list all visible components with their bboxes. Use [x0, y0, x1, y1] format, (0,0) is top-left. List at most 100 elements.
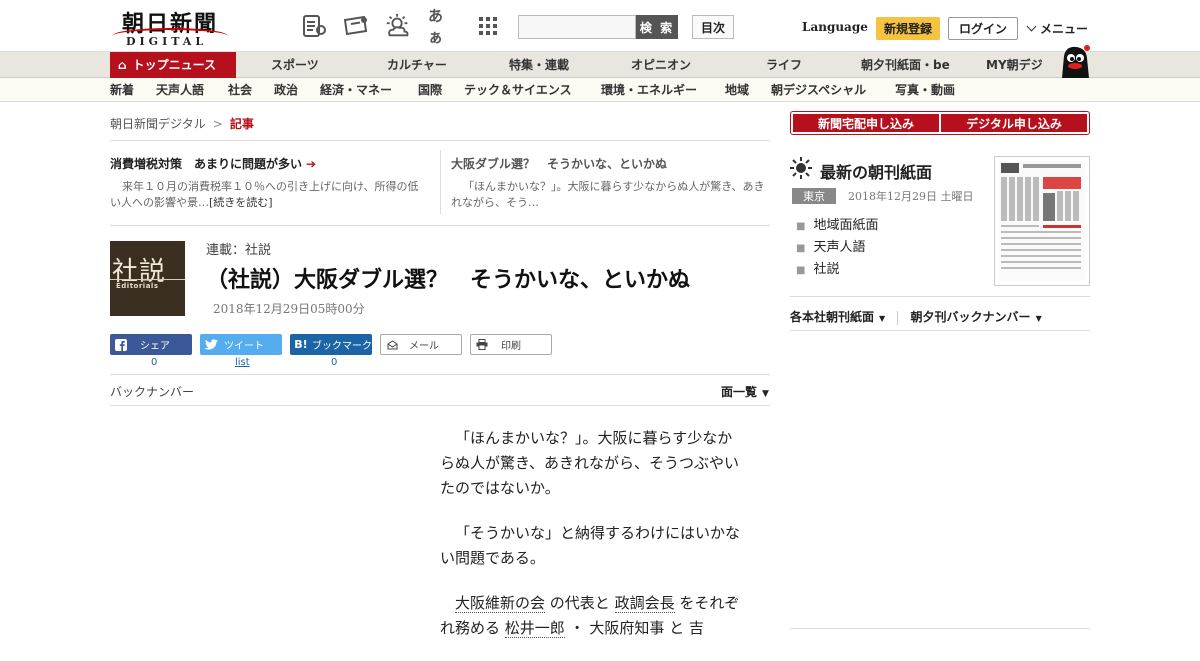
paper-list-item[interactable]: ■ 社説 [796, 258, 839, 277]
nav2-new[interactable]: 新着 [110, 78, 134, 102]
index-button[interactable]: 目次 [692, 15, 734, 39]
related-item[interactable]: 消費増税対策 あまりに問題が多い ➔ 来年１０月の消費税率１０％への引き上げに向け… [110, 155, 428, 211]
paper-item-label: 社説 [813, 262, 840, 277]
triangle-down-icon: ▼ [879, 314, 886, 323]
nav2-special[interactable]: 朝デジスペシャル [771, 78, 866, 102]
related-title[interactable]: 消費増税対策 あまりに問題が多い [110, 157, 302, 171]
newspaper-subscribe-button[interactable]: 新聞宅配申し込み [793, 114, 939, 132]
related-title[interactable]: 大阪ダブル選？ そうかいな、といかぬ [451, 155, 769, 172]
breadcrumb-sep: > [212, 117, 223, 131]
hatena-label: ブックマーク [312, 341, 372, 352]
backnumber-link[interactable]: バックナンバー [110, 383, 194, 400]
breadcrumb-current: 記事 [229, 117, 254, 131]
nav-culture[interactable]: カルチャー [387, 52, 447, 78]
search-button[interactable]: 検 索 [636, 15, 678, 39]
facebook-count: 0 [151, 357, 158, 368]
related-item[interactable]: 大阪ダブル選？ そうかいな、といかぬ 「ほんまかいな？」。大阪に暮らす少なからぬ… [451, 155, 769, 211]
body-paragraph: 大阪維新の会 の代表と 政調会長 をそれぞれ務める 松井一郎 ・ 大阪府知事 と… [440, 591, 746, 641]
nav2-region[interactable]: 地域 [725, 78, 749, 102]
newspaper-list-icon[interactable] [300, 12, 328, 40]
article-date: 2018年12月29日05時00分 [213, 302, 365, 316]
twitter-count-link[interactable]: list [235, 357, 250, 368]
menu-label: メニュー [1040, 22, 1089, 36]
nav-paper-be[interactable]: 朝夕刊紙面・be [861, 52, 950, 78]
menu-button[interactable]: メニュー [1026, 20, 1089, 37]
breadcrumb-home[interactable]: 朝日新聞デジタル [110, 117, 206, 131]
site-header: 朝日新聞 DIGITAL あぁ 検 索 目次 Language 新規登録 ログイ… [0, 0, 1200, 52]
keyword-link[interactable]: 政調会長 [614, 594, 675, 613]
region-badge: 東京 [792, 188, 836, 204]
language-link[interactable]: Language [802, 20, 868, 34]
paper-item-label: 天声人語 [813, 240, 866, 255]
nav2-photo-video[interactable]: 写真・動画 [895, 78, 955, 102]
digital-subscribe-button[interactable]: デジタル申し込み [941, 114, 1087, 132]
paper-links: 各本社朝刊紙面 ▼ 朝夕刊バックナンバー ▼ [790, 308, 1042, 325]
paper-item-label: 地域面紙面 [813, 218, 879, 233]
article-body: 「ほんまかいな？」。大阪に暮らす少なからぬ人が驚き、あきれながら、そうつぶやいた… [440, 426, 746, 661]
site-logo[interactable]: 朝日新聞 DIGITAL [112, 6, 232, 48]
nav-top-news[interactable]: ⌂ トップニュース [110, 52, 236, 78]
primary-nav: ⌂ トップニュース スポーツ カルチャー 特集・連載 オピニオン ライフ 朝夕刊紙… [0, 52, 1200, 78]
divider [790, 330, 1090, 331]
regional-paper-label: 各本社朝刊紙面 [790, 310, 875, 324]
hatena-icon: B! [294, 338, 308, 351]
nav2-economy[interactable]: 経済・マネー [320, 78, 392, 102]
hatena-count: 0 [331, 357, 338, 368]
divider [110, 405, 770, 406]
register-button[interactable]: 新規登録 [876, 17, 940, 40]
nav2-society[interactable]: 社会 [228, 78, 252, 102]
logo-en: DIGITAL [126, 35, 208, 48]
nav-life[interactable]: ライフ [766, 52, 802, 78]
regional-paper-link[interactable]: 各本社朝刊紙面 ▼ [790, 310, 885, 324]
print-button[interactable]: 印刷 [470, 334, 552, 355]
body-paragraph: 「ほんまかいな？」。大阪に暮らす少なからぬ人が驚き、あきれながら、そうつぶやいた… [440, 429, 739, 497]
twitter-icon [200, 338, 222, 351]
weather-icon[interactable] [384, 12, 412, 40]
facebook-share-button[interactable]: シェア [110, 334, 192, 355]
nav2-tensei[interactable]: 天声人語 [156, 78, 204, 102]
nav2-politics[interactable]: 政治 [274, 78, 298, 102]
font-size-icon[interactable]: あぁ [428, 7, 456, 46]
paper-list-item[interactable]: ■ 天声人語 [796, 236, 865, 255]
series-label[interactable]: 連載：社説 [206, 239, 271, 258]
latest-paper-title[interactable]: 最新の朝刊紙面 [820, 159, 932, 183]
facebook-share-label: シェア [140, 341, 170, 352]
nav2-environment[interactable]: 環境・エネルギー [601, 78, 697, 102]
nav-my-asadigi[interactable]: MY朝デジ [986, 52, 1043, 78]
paper-backnumber-label: 朝夕刊バックナンバー [910, 310, 1031, 324]
keyword-link[interactable]: 大阪維新の会 [455, 594, 546, 613]
mail-button[interactable]: メール [380, 334, 462, 355]
keyword-link[interactable]: 松井一郎 [504, 619, 565, 638]
login-button[interactable]: ログイン [948, 17, 1018, 40]
sun-icon [790, 157, 812, 179]
twitter-share-button[interactable]: ツイート [200, 334, 282, 355]
mascot-icon[interactable] [1056, 44, 1092, 78]
nav-sports[interactable]: スポーツ [271, 52, 319, 78]
mail-label: メール [409, 341, 439, 352]
page-list-label: 面一覧 [721, 385, 758, 399]
paper-backnumber-link[interactable]: 朝夕刊バックナンバー ▼ [911, 310, 1042, 324]
nav2-international[interactable]: 国際 [418, 78, 442, 102]
nav-opinion[interactable]: オピニオン [631, 52, 691, 78]
divider [440, 150, 441, 214]
nav-top-news-label: トップニュース [132, 58, 216, 72]
printer-icon [471, 339, 493, 350]
nav2-tech-science[interactable]: テック＆サイエンス [464, 78, 572, 102]
triangle-down-icon: ▼ [1035, 314, 1042, 323]
page-list-toggle[interactable]: 面一覧 ▼ [721, 383, 769, 400]
bullet-icon: ■ [796, 265, 806, 276]
paper-list-item[interactable]: ■ 地域面紙面 [796, 214, 878, 233]
divider [110, 140, 770, 141]
read-more-link[interactable]: [続きを読む] [209, 196, 273, 209]
editorial-thumbnail: 社説 Editorials [110, 241, 185, 316]
ticket-icon[interactable] [342, 12, 370, 40]
hatena-bookmark-button[interactable]: B! ブックマーク [290, 334, 372, 355]
apps-grid-icon[interactable] [474, 12, 502, 40]
search-input[interactable] [518, 15, 636, 39]
nav-features[interactable]: 特集・連載 [509, 52, 569, 78]
bullet-icon: ■ [796, 243, 806, 254]
divider [897, 310, 899, 325]
newspaper-thumbnail[interactable] [994, 156, 1090, 286]
secondary-nav: 新着 天声人語 社会 政治 経済・マネー 国際 テック＆サイエンス 環境・エネル… [0, 78, 1200, 102]
twitter-share-label: ツイート [224, 341, 264, 352]
